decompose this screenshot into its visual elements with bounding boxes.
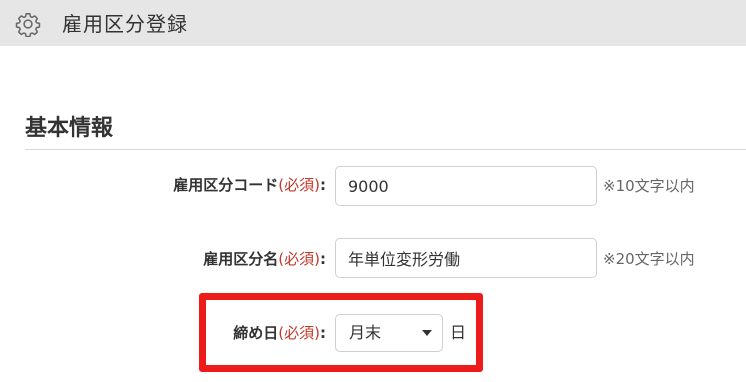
name-hint: ※20文字以内 [603, 250, 695, 268]
section-divider [25, 149, 746, 150]
code-label-colon: : [320, 176, 326, 194]
name-label-colon: : [320, 250, 326, 268]
code-hint: ※10文字以内 [603, 177, 695, 195]
name-label: 雇用区分名(必須): [203, 249, 326, 269]
code-input[interactable] [335, 166, 597, 206]
page-header: 雇用区分登録 [0, 0, 746, 46]
highlight-box [199, 293, 483, 372]
name-required-mark: (必須) [278, 250, 320, 268]
name-input[interactable] [335, 238, 597, 278]
section-title: 基本情報 [25, 116, 114, 141]
code-label: 雇用区分コード(必須): [173, 175, 326, 195]
name-label-text: 雇用区分名 [203, 250, 279, 268]
code-required-mark: (必須) [278, 176, 320, 194]
code-label-text: 雇用区分コード [173, 176, 279, 194]
page-title: 雇用区分登録 [62, 12, 188, 36]
gear-icon[interactable] [15, 11, 41, 37]
